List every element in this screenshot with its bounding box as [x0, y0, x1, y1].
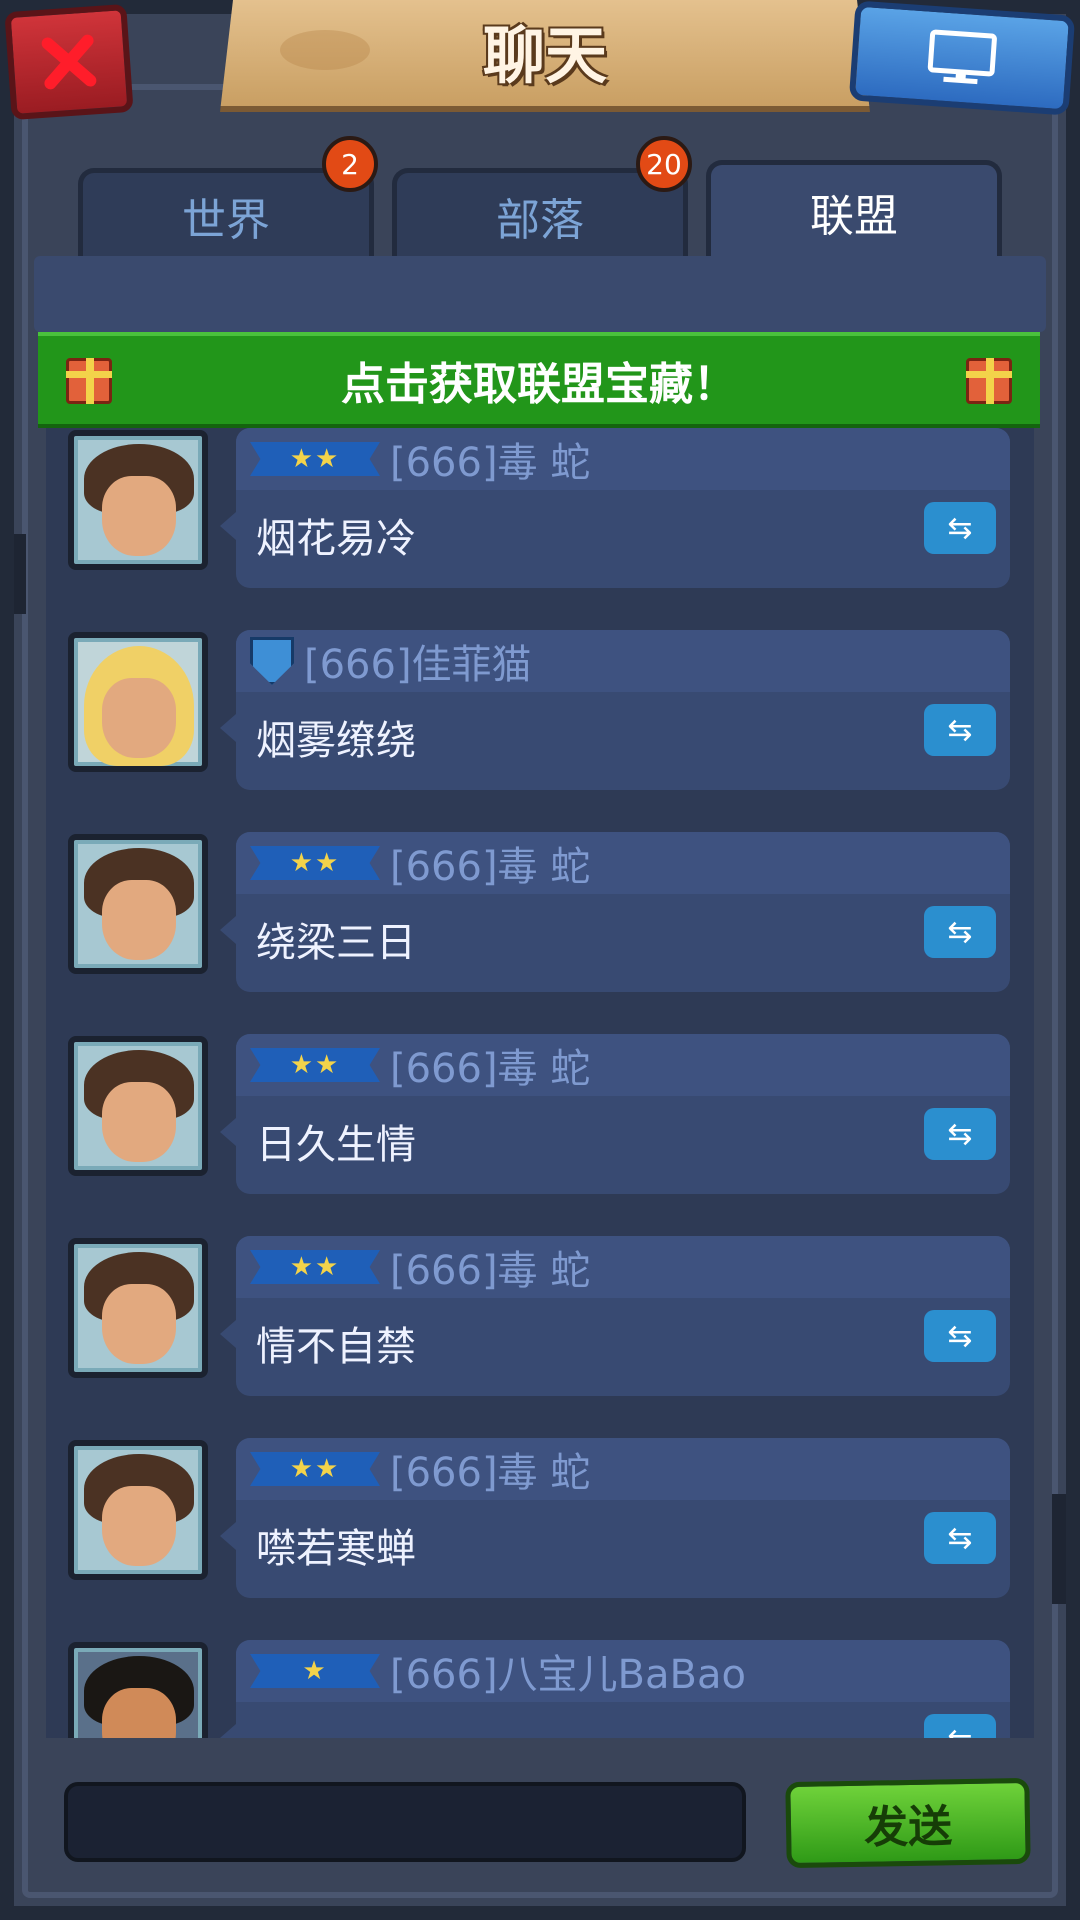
gift-icon — [966, 358, 1012, 404]
message-text: 烟花易冷 — [256, 516, 416, 562]
tab-content-header — [34, 256, 1046, 332]
message-bubble: ★★ [666]毒 蛇 烟花易冷 ⇆ — [220, 428, 1010, 588]
tab-label: 联盟 — [810, 190, 898, 242]
reply-button[interactable]: ⇆ — [924, 1512, 996, 1564]
rank-ribbon: ★★ — [250, 1048, 380, 1082]
rank-ribbon: ★★ — [250, 1452, 380, 1486]
sender-name[interactable]: [666]毒 蛇 — [390, 1238, 590, 1296]
chat-message: ★★ [666]毒 蛇 绕梁三日 ⇆ — [46, 832, 1034, 1002]
message-text: 日久生情 — [256, 1122, 416, 1168]
gift-icon — [66, 358, 112, 404]
reply-icon: ⇆ — [947, 712, 973, 748]
chat-message: ★★ [666]毒 蛇 烟花易冷 ⇆ — [46, 428, 1034, 598]
tab-label: 部落 — [496, 194, 584, 246]
avatar[interactable] — [68, 632, 208, 772]
message-bubble: ★★ [666]毒 蛇 绕梁三日 ⇆ — [220, 832, 1010, 992]
chat-message-list[interactable]: ★★ [666]毒 蛇 烟花易冷 ⇆ [666]佳菲猫 烟雾缭绕 ⇆ ★★ [6… — [46, 428, 1034, 1738]
reply-icon: ⇆ — [947, 1723, 972, 1739]
avatar[interactable] — [68, 1642, 208, 1738]
message-bubble: ★★ [666]毒 蛇 情不自禁 ⇆ — [220, 1236, 1010, 1396]
avatar[interactable] — [68, 1036, 208, 1176]
sender-name[interactable]: [666]毒 蛇 — [390, 1036, 590, 1094]
message-text: 情不自禁 — [256, 1324, 416, 1370]
rank-ribbon: ★★ — [250, 1250, 380, 1284]
message-header: ★★ [666]毒 蛇 — [236, 1438, 1010, 1500]
chat-message: ★★ [666]毒 蛇 日久生情 ⇆ — [46, 1034, 1034, 1204]
message-text: 烟雾缭绕 — [256, 718, 416, 764]
chat-message: ★ [666]八宝儿BaBao ⇆ — [46, 1640, 1034, 1738]
close-icon — [41, 34, 97, 90]
treasure-banner-text: 点击获取联盟宝藏！ — [341, 359, 737, 410]
send-button-label: 发送 — [863, 1801, 953, 1854]
sender-name[interactable]: [666]八宝儿BaBao — [390, 1642, 746, 1700]
chat-input[interactable] — [64, 1782, 746, 1862]
reply-icon: ⇆ — [947, 1318, 973, 1354]
chat-message: ★★ [666]毒 蛇 噤若寒蝉 ⇆ — [46, 1438, 1034, 1608]
notification-badge: 2 — [322, 136, 378, 192]
avatar[interactable] — [68, 1440, 208, 1580]
frame-crack — [14, 534, 26, 614]
message-bubble: ★★ [666]毒 蛇 日久生情 ⇆ — [220, 1034, 1010, 1194]
sender-name[interactable]: [666]毒 蛇 — [390, 1440, 590, 1498]
reply-button[interactable]: ⇆ — [924, 906, 996, 958]
chat-message: [666]佳菲猫 烟雾缭绕 ⇆ — [46, 630, 1034, 800]
send-button[interactable]: 发送 — [785, 1777, 1031, 1869]
tab-alliance[interactable]: 联盟 — [706, 160, 1002, 258]
avatar[interactable] — [68, 834, 208, 974]
screen-button[interactable] — [848, 0, 1076, 116]
reply-icon: ⇆ — [947, 914, 973, 950]
message-bubble: ★ [666]八宝儿BaBao ⇆ — [220, 1640, 1010, 1738]
reply-icon: ⇆ — [947, 1520, 973, 1556]
reply-button[interactable]: ⇆ — [924, 704, 996, 756]
reply-button[interactable]: ⇆ — [924, 1108, 996, 1160]
message-header: [666]佳菲猫 — [236, 630, 1010, 692]
message-text: 噤若寒蝉 — [256, 1526, 416, 1572]
frame-crack — [1052, 1494, 1066, 1604]
avatar[interactable] — [68, 430, 208, 570]
rank-ribbon: ★ — [250, 1654, 380, 1688]
chat-message: ★★ [666]毒 蛇 情不自禁 ⇆ — [46, 1236, 1034, 1406]
rank-ribbon: ★★ — [250, 846, 380, 880]
alliance-treasure-banner[interactable]: 点击获取联盟宝藏！ — [38, 332, 1040, 428]
message-bubble: ★★ [666]毒 蛇 噤若寒蝉 ⇆ — [220, 1438, 1010, 1598]
message-text: 绕梁三日 — [256, 920, 416, 966]
message-header: ★ [666]八宝儿BaBao — [236, 1640, 1010, 1702]
message-header: ★★ [666]毒 蛇 — [236, 428, 1010, 490]
message-header: ★★ [666]毒 蛇 — [236, 1034, 1010, 1096]
page-title: 聊天 — [482, 19, 607, 92]
sender-name[interactable]: [666]毒 蛇 — [390, 430, 590, 488]
reply-button[interactable]: ⇆ — [924, 1310, 996, 1362]
shield-icon — [250, 637, 294, 685]
reply-icon: ⇆ — [947, 510, 973, 546]
rank-ribbon: ★★ — [250, 442, 380, 476]
tab-label: 世界 — [182, 194, 270, 246]
monitor-icon — [927, 29, 997, 85]
sender-name[interactable]: [666]毒 蛇 — [390, 834, 590, 892]
message-header: ★★ [666]毒 蛇 — [236, 1236, 1010, 1298]
message-header: ★★ [666]毒 蛇 — [236, 832, 1010, 894]
message-bubble: [666]佳菲猫 烟雾缭绕 ⇆ — [220, 630, 1010, 790]
reply-button[interactable]: ⇆ — [924, 1714, 996, 1738]
sender-name[interactable]: [666]佳菲猫 — [304, 632, 532, 690]
close-button[interactable] — [4, 3, 134, 121]
reply-icon: ⇆ — [947, 1116, 973, 1152]
reply-button[interactable]: ⇆ — [924, 502, 996, 554]
notification-badge: 20 — [636, 136, 692, 192]
avatar[interactable] — [68, 1238, 208, 1378]
